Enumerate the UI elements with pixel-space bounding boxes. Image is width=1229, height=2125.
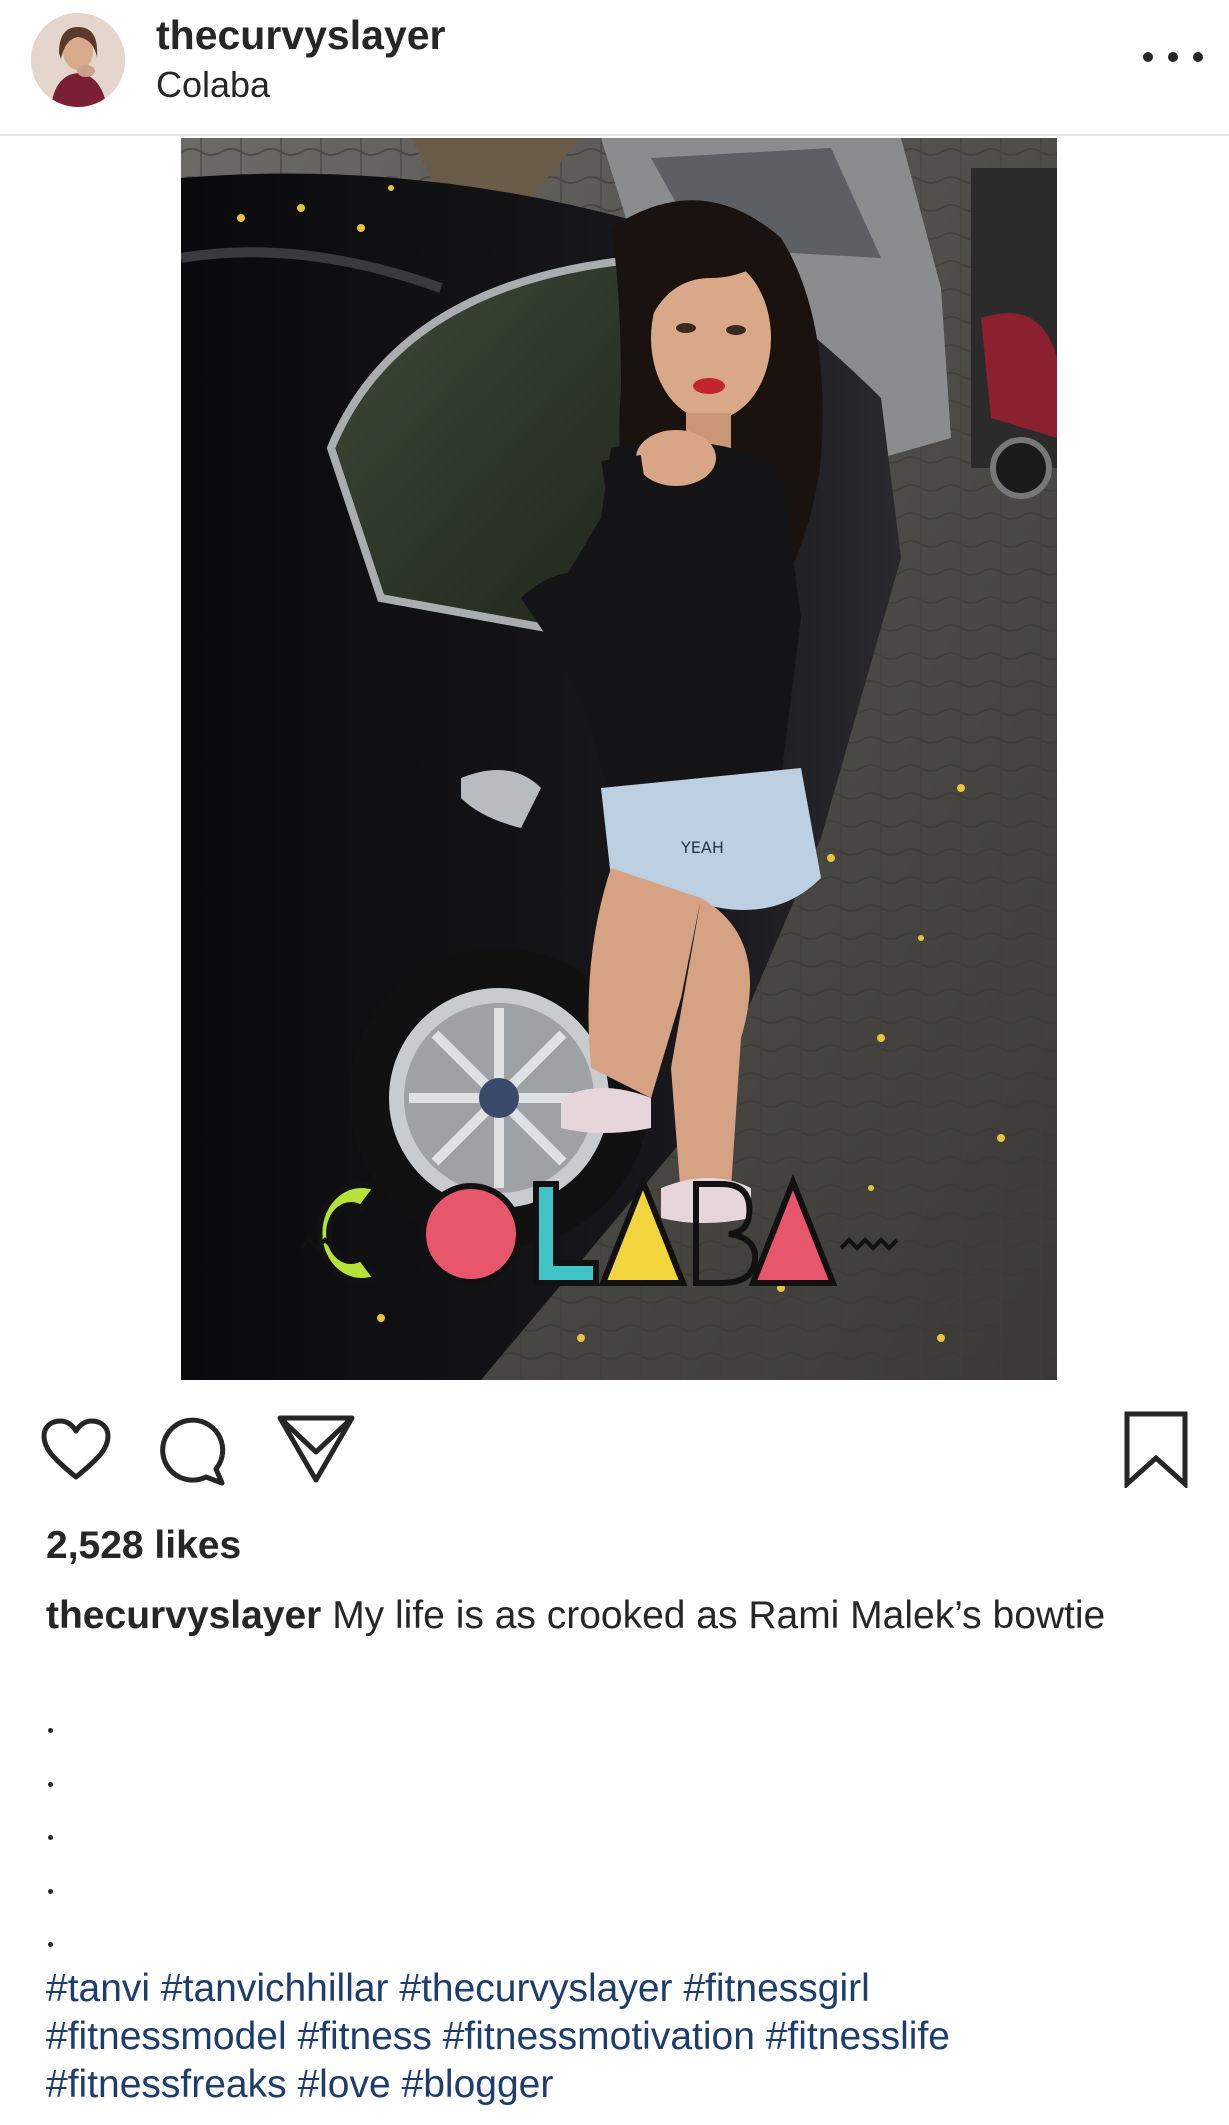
post-header: thecurvyslayer Colaba — [0, 0, 1229, 136]
hashtag[interactable]: #thecurvyslayer — [399, 1967, 672, 2010]
hashtag[interactable]: #fitnessfreaks — [46, 2063, 287, 2106]
comment-icon[interactable] — [158, 1417, 230, 1487]
hashtag[interactable]: #fitness — [297, 2015, 431, 2058]
likes-count[interactable]: 2,528 likes — [46, 1524, 241, 1568]
caption-text: My life is as crooked as Rami Malek’s bo… — [332, 1594, 1106, 1637]
hashtag[interactable]: #tanvichhillar — [161, 1967, 389, 2010]
header-username[interactable]: thecurvyslayer — [156, 12, 445, 59]
hashtag[interactable]: #fitnessmodel — [46, 2015, 287, 2058]
paper-plane-icon[interactable] — [276, 1412, 356, 1484]
bookmark-icon[interactable] — [1122, 1410, 1190, 1488]
more-dot-icon — [1168, 52, 1178, 62]
caption-dots — [46, 1700, 86, 1968]
caption-username[interactable]: thecurvyslayer — [46, 1594, 321, 1637]
hashtag[interactable]: #love — [297, 2063, 390, 2106]
caption-dot — [46, 1807, 86, 1861]
hashtag[interactable]: #fitnesslife — [766, 2015, 950, 2058]
post-photo[interactable]: YEAH — [181, 138, 1057, 1380]
more-dot-icon — [1143, 52, 1153, 62]
shorts-print: YEAH — [680, 838, 724, 857]
hashtag[interactable]: #fitnessgirl — [683, 1967, 869, 2010]
caption-dot — [46, 1700, 86, 1754]
more-dot-icon — [1193, 52, 1203, 62]
caption-dot — [46, 1914, 86, 1968]
hashtag[interactable]: #blogger — [402, 2063, 554, 2106]
heart-icon[interactable] — [40, 1417, 112, 1483]
header-location[interactable]: Colaba — [156, 64, 270, 106]
hashtag[interactable]: #tanvi — [46, 1967, 150, 2010]
avatar[interactable] — [31, 13, 125, 107]
hashtags: #tanvi #tanvichhillar #thecurvyslayer #f… — [46, 1965, 1196, 2109]
caption-dot — [46, 1754, 86, 1808]
hashtag[interactable]: #fitnessmotivation — [443, 2015, 755, 2058]
more-options-button[interactable] — [1143, 42, 1203, 72]
caption-dot — [46, 1861, 86, 1915]
caption: thecurvyslayer My life is as crooked as … — [46, 1592, 1166, 1639]
